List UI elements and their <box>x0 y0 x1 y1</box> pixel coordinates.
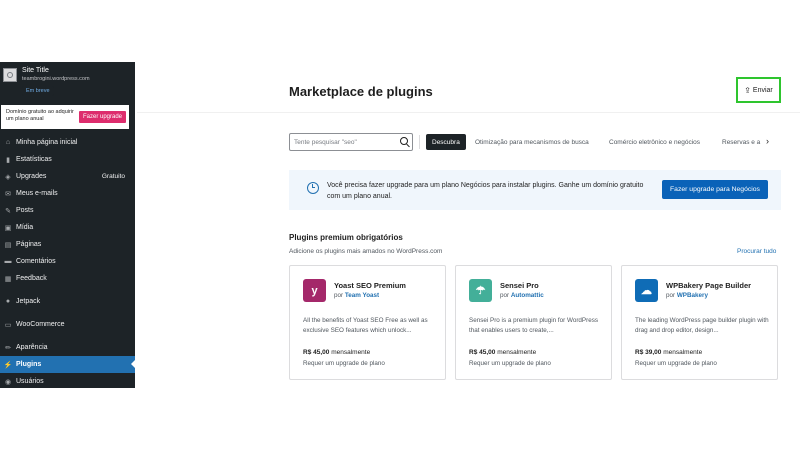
plugin-author-link[interactable]: Team Yoast <box>345 292 379 299</box>
pin-icon: ✎ <box>5 207 11 215</box>
search-icon[interactable] <box>400 137 408 145</box>
chevron-right-icon[interactable]: › <box>766 136 769 146</box>
plugin-price: R$ 39,00 mensalmente <box>635 349 703 356</box>
sidebar-item-label: Jetpack <box>16 298 41 305</box>
wpbakery-logo-icon: ☁ <box>635 279 658 302</box>
plugin-name[interactable]: Yoast SEO Premium <box>334 281 406 290</box>
sidebar-item-plugins[interactable]: ⚡ Plugins <box>0 356 135 373</box>
plugin-requirement: Requer um upgrade de plano <box>469 360 551 367</box>
plugins-icon: ⚡ <box>3 361 13 369</box>
search-input[interactable] <box>294 137 394 148</box>
promo-text: Domínio gratuito ao adquirir um plano an… <box>6 109 74 122</box>
sidebar-item-woocommerce[interactable]: ▭ WooCommerce <box>0 316 135 333</box>
sidebar-item-label: Aparência <box>16 344 48 351</box>
media-icon: ▣ <box>4 224 12 232</box>
sidebar-item-label: WooCommerce <box>16 321 65 328</box>
appearance-icon: ✏ <box>5 344 11 352</box>
section-title: Plugins premium obrigatórios <box>289 233 403 242</box>
feedback-icon: ▦ <box>4 275 12 283</box>
plugin-card-yoast[interactable]: y Yoast SEO Premium por Team Yoast All t… <box>289 265 446 380</box>
sidebar-item-label: Plugins <box>16 361 42 368</box>
sidebar-item-jetpack[interactable]: ● Jetpack <box>0 293 135 310</box>
plugin-author-link[interactable]: WPBakery <box>677 292 708 299</box>
sidebar-item-stats[interactable]: ▮ Estatísticas <box>0 151 135 168</box>
site-icon <box>3 68 17 82</box>
plugin-requirement: Requer um upgrade de plano <box>303 360 385 367</box>
sidebar-item-label: Comentários <box>16 258 56 265</box>
plugin-author-line: por WPBakery <box>666 292 709 299</box>
sidebar-item-pin[interactable]: ✎ Posts <box>0 202 135 219</box>
upgrade-business-button[interactable]: Fazer upgrade para Negócios <box>662 180 768 199</box>
site-status-badge: Em breve <box>22 86 54 96</box>
plugin-author-link[interactable]: Automattic <box>511 292 544 299</box>
sidebar-item-meta: Gratuito <box>101 173 125 180</box>
header-divider <box>137 112 800 113</box>
upgrades-icon: ◈ <box>5 173 11 181</box>
tabs-divider <box>419 135 420 149</box>
sidebar-item-media[interactable]: ▣ Mídia <box>0 219 135 236</box>
site-block[interactable]: Site Title teambrogini.wordpress.com Em … <box>0 62 135 102</box>
plugin-description: All the benefits of Yoast SEO Free as we… <box>303 317 428 334</box>
sidebar-item-comments[interactable]: ▬ Comentários <box>0 253 135 270</box>
sidebar-item-label: Posts <box>16 207 34 214</box>
admin-sidebar: Site Title teambrogini.wordpress.com Em … <box>0 62 135 388</box>
sidebar-item-label: Feedback <box>16 275 47 282</box>
sidebar-item-label: Estatísticas <box>16 156 52 163</box>
users-icon: ◉ <box>4 378 12 386</box>
tab-reservas[interactable]: Reservas e a <box>722 134 760 150</box>
sidebar-item-pages[interactable]: ▤ Páginas <box>0 236 135 253</box>
plugin-price: R$ 45,00 mensalmente <box>303 349 371 356</box>
jetpack-icon: ● <box>5 298 11 305</box>
notice-text: Você precisa fazer upgrade para um plano… <box>327 182 644 200</box>
sidebar-item-label: Usuários <box>16 378 44 385</box>
sidebar-item-label: Meus e-mails <box>16 190 58 197</box>
sensei-logo-icon: ☂ <box>469 279 492 302</box>
sidebar-item-label: Páginas <box>16 241 42 248</box>
domain-promo: Domínio gratuito ao adquirir um plano an… <box>1 105 129 129</box>
tab-seo[interactable]: Otimização para mecanismos de busca <box>475 134 589 150</box>
stats-icon: ▮ <box>6 156 10 164</box>
plugin-description: Sensei Pro is a premium plugin for WordP… <box>469 317 599 334</box>
upload-label: Enviar <box>752 86 773 94</box>
pages-icon: ▤ <box>4 241 12 249</box>
sidebar-item-appearance[interactable]: ✏ Aparência <box>0 339 135 356</box>
sidebar-item-upgrades[interactable]: ◈ Upgrades Gratuito <box>0 168 135 185</box>
site-title[interactable]: Site Title <box>22 67 49 74</box>
upload-icon: ⇪ <box>744 85 751 95</box>
section-subtitle: Adicione os plugins mais amados no WordP… <box>289 248 443 255</box>
sidebar-item-home[interactable]: ⌂ Minha página inicial <box>0 134 135 151</box>
plugin-author-line: por Team Yoast <box>334 292 380 299</box>
plugin-name[interactable]: WPBakery Page Builder <box>666 281 751 290</box>
yoast-logo-icon: y <box>303 279 326 302</box>
page-title: Marketplace de plugins <box>289 84 433 99</box>
upload-button[interactable]: ⇪ Enviar <box>736 77 781 103</box>
tab-descubra[interactable]: Descubra <box>426 134 466 150</box>
plugin-price: R$ 45,00 mensalmente <box>469 349 537 356</box>
plugin-card-sensei[interactable]: ☂ Sensei Pro por Automattic Sensei Pro i… <box>455 265 612 380</box>
tab-ecommerce[interactable]: Comércio eletrônico e negócios <box>609 134 700 150</box>
upgrade-notice: Você precisa fazer upgrade para um plano… <box>289 170 781 210</box>
plugin-search[interactable] <box>289 133 413 151</box>
plugin-author-line: por Automattic <box>500 292 544 299</box>
browse-all-link[interactable]: Procurar tudo <box>737 248 776 255</box>
plugin-card-wpbakery[interactable]: ☁ WPBakery Page Builder por WPBakery The… <box>621 265 778 380</box>
sidebar-menu: ⌂ Minha página inicial ▮ Estatísticas ◈ Upgra… <box>0 134 135 388</box>
comments-icon: ▬ <box>4 258 12 265</box>
sidebar-item-feedback[interactable]: ▦ Feedback <box>0 270 135 287</box>
clock-icon <box>307 182 319 194</box>
plugin-requirement: Requer um upgrade de plano <box>635 360 717 367</box>
site-url[interactable]: teambrogini.wordpress.com <box>22 76 90 82</box>
home-icon: ⌂ <box>5 139 11 146</box>
sidebar-item-mail[interactable]: ✉ Meus e-mails <box>0 185 135 202</box>
sidebar-item-label: Minha página inicial <box>16 139 78 146</box>
sidebar-item-label: Upgrades <box>16 173 47 180</box>
sidebar-item-users[interactable]: ◉ Usuários <box>0 373 135 388</box>
sidebar-item-label: Mídia <box>16 224 34 231</box>
mail-icon: ✉ <box>5 190 11 198</box>
plugin-description: The leading WordPress page builder plugi… <box>635 317 769 334</box>
woocommerce-icon: ▭ <box>4 321 12 329</box>
promo-upgrade-button[interactable]: Fazer upgrade <box>79 111 126 123</box>
plugin-name[interactable]: Sensei Pro <box>500 281 539 290</box>
